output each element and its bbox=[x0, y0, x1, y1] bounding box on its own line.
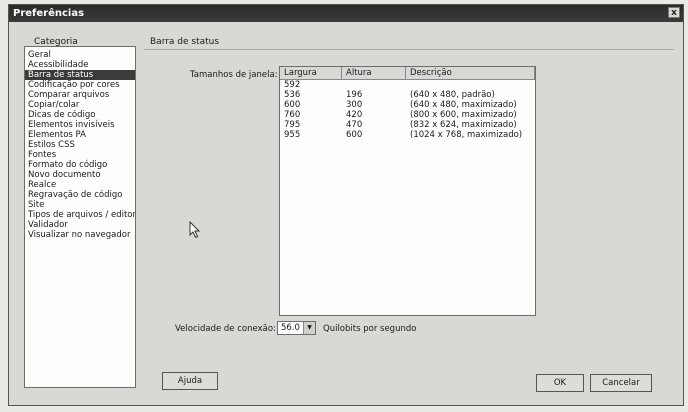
table-row[interactable]: 536 196 (640 x 480, padrão) bbox=[280, 90, 535, 100]
category-item[interactable]: Estilos CSS bbox=[25, 140, 135, 150]
connection-speed-unit: Quilobits por segundo bbox=[323, 324, 417, 334]
table-cell: 420 bbox=[346, 110, 363, 120]
dialog-titlebar: Preferências x bbox=[9, 5, 683, 22]
table-cell: (640 x 480, padrão) bbox=[410, 90, 495, 100]
table-row[interactable]: 795 470 (832 x 624, maximizado) bbox=[280, 120, 535, 130]
connection-speed-label: Velocidade de conexão: bbox=[175, 324, 276, 334]
table-cell: 470 bbox=[346, 120, 363, 130]
category-item[interactable]: Elementos PA bbox=[25, 130, 135, 140]
connection-speed-value: 56.0 bbox=[281, 323, 300, 333]
table-cell: 536 bbox=[284, 90, 301, 100]
table-body: 592 536 196 (640 x 480, padrão) 600 300 (640 x… bbox=[280, 80, 535, 140]
cancel-button[interactable]: Cancelar bbox=[590, 374, 652, 392]
category-item[interactable]: Elementos invisíveis bbox=[25, 120, 135, 130]
category-item[interactable]: Geral bbox=[25, 50, 135, 60]
table-cell: 760 bbox=[284, 110, 301, 120]
table-cell: 795 bbox=[284, 120, 301, 130]
table-cell: (1024 x 768, maximizado) bbox=[410, 130, 523, 140]
category-item[interactable]: Barra de status bbox=[25, 70, 135, 80]
section-title: Barra de status bbox=[150, 37, 220, 47]
window-sizes-table[interactable]: Largura Altura Descrição 592 536 196 (640 x… bbox=[279, 66, 536, 316]
column-header-height[interactable]: Altura bbox=[342, 67, 406, 79]
category-item[interactable]: Fontes bbox=[25, 150, 135, 160]
window-sizes-label: Tamanhos de janela: bbox=[190, 70, 278, 80]
table-row[interactable]: 592 bbox=[280, 80, 535, 90]
column-header-width[interactable]: Largura bbox=[280, 67, 342, 79]
table-cell: 955 bbox=[284, 130, 301, 140]
category-item[interactable]: Copiar/colar bbox=[25, 100, 135, 110]
category-item[interactable]: Visualizar no navegador bbox=[25, 230, 135, 240]
category-item[interactable]: Formato do código bbox=[25, 160, 135, 170]
table-cell: (832 x 624, maximizado) bbox=[410, 120, 517, 130]
table-cell: 600 bbox=[284, 100, 301, 110]
category-item[interactable]: Comparar arquivos bbox=[25, 90, 135, 100]
category-item[interactable]: Tipos de arquivos / editor bbox=[25, 210, 135, 220]
table-cell: 600 bbox=[346, 130, 363, 140]
category-item[interactable]: Validador bbox=[25, 220, 135, 230]
category-item[interactable]: Novo documento bbox=[25, 170, 135, 180]
table-row[interactable]: 760 420 (800 x 600, maximizado) bbox=[280, 110, 535, 120]
column-header-description[interactable]: Descrição bbox=[406, 67, 535, 79]
category-item[interactable]: Dicas de código bbox=[25, 110, 135, 120]
chevron-down-icon[interactable]: ▼ bbox=[303, 322, 315, 334]
table-row[interactable]: 955 600 (1024 x 768, maximizado) bbox=[280, 130, 535, 140]
help-button[interactable]: Ajuda bbox=[162, 372, 218, 390]
ok-button[interactable]: OK bbox=[536, 374, 584, 392]
table-row[interactable]: 600 300 (640 x 480, maximizado) bbox=[280, 100, 535, 110]
table-cell: (640 x 480, maximizado) bbox=[410, 100, 517, 110]
table-header: Largura Altura Descrição bbox=[280, 67, 535, 80]
category-item[interactable]: Acessibilidade bbox=[25, 60, 135, 70]
table-cell bbox=[342, 80, 406, 90]
table-cell: (800 x 600, maximizado) bbox=[410, 110, 517, 120]
table-cell: 300 bbox=[346, 100, 363, 110]
table-cell: 196 bbox=[346, 90, 363, 100]
mouse-pointer-icon bbox=[189, 221, 201, 239]
category-item[interactable]: Regravação de código bbox=[25, 190, 135, 200]
connection-speed-select[interactable]: 56.0 ▼ bbox=[277, 321, 316, 335]
table-cell: 592 bbox=[284, 80, 301, 90]
category-item[interactable]: Codificação por cores bbox=[25, 80, 135, 90]
category-item[interactable]: Site bbox=[25, 200, 135, 210]
dialog-title: Preferências bbox=[13, 8, 85, 19]
close-button[interactable]: x bbox=[668, 7, 680, 18]
section-divider bbox=[144, 49, 674, 50]
table-cell bbox=[406, 80, 535, 90]
category-list[interactable]: Geral Acessibilidade Barra de status Codifi… bbox=[24, 46, 136, 388]
category-item[interactable]: Realce bbox=[25, 180, 135, 190]
